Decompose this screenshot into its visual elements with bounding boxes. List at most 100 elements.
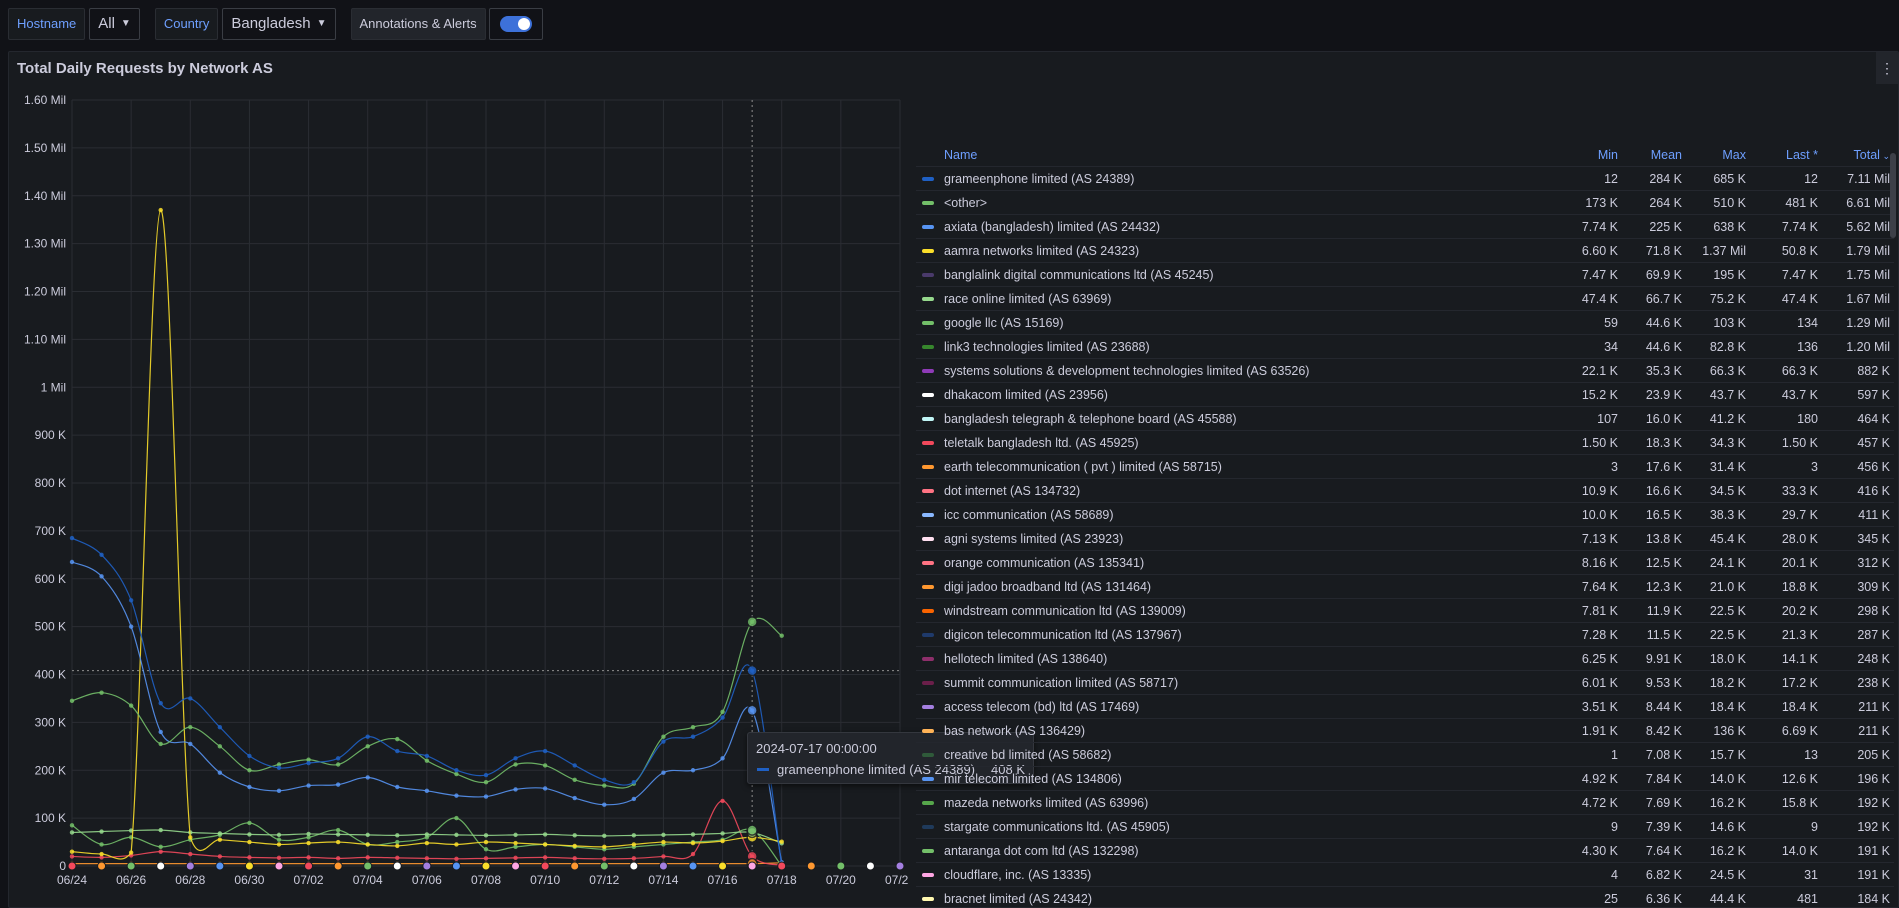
series-name[interactable]: orange communication (AS 135341) — [940, 556, 1558, 570]
legend-row[interactable]: creative bd limited (AS 58682) 1 7.08 K 15.… — [916, 743, 1894, 767]
series-max: 24.5 K — [1709, 867, 1746, 882]
legend-header-min[interactable]: Min — [1558, 148, 1622, 162]
hostname-variable-label: Hostname — [8, 8, 86, 40]
series-name[interactable]: axiata (bangladesh) limited (AS 24432) — [940, 220, 1558, 234]
legend-row[interactable]: orange communication (AS 135341) 8.16 K 12… — [916, 551, 1894, 575]
series-name[interactable]: bas network (AS 136429) — [940, 724, 1558, 738]
legend-row[interactable]: bracnet limited (AS 24342) 25 6.36 K 44.4 K… — [916, 887, 1894, 907]
legend-row[interactable]: access telecom (bd) ltd (AS 17469) 3.51 K… — [916, 695, 1894, 719]
series-name[interactable]: creative bd limited (AS 58682) — [940, 748, 1558, 762]
series-name[interactable]: bracnet limited (AS 24342) — [940, 892, 1558, 906]
data-point — [690, 724, 696, 730]
country-select[interactable]: Bangladesh ▼ — [222, 8, 336, 40]
annotations-toggle-wrapper[interactable] — [488, 8, 543, 40]
legend-row[interactable]: summit communication limited (AS 58717) 6… — [916, 671, 1894, 695]
series-name[interactable]: banglalink digital communications ltd (A… — [940, 268, 1558, 282]
series-name[interactable]: windstream communication ltd (AS 139009) — [940, 604, 1558, 618]
series-name[interactable]: systems solutions & development technolo… — [940, 364, 1558, 378]
legend-row[interactable]: digi jadoo broadband ltd (AS 131464) 7.64… — [916, 575, 1894, 599]
legend-table: Name Min Mean Max Last * Total ⌄ grameen… — [916, 143, 1894, 907]
legend-row[interactable]: <other> 173 K 264 K 510 K 481 K 6.61 Mil — [916, 191, 1894, 215]
legend-row[interactable]: mazeda networks limited (AS 63996) 4.72 K… — [916, 791, 1894, 815]
legend-row[interactable]: aamra networks limited (AS 24323) 6.60 K 7… — [916, 239, 1894, 263]
series-name[interactable]: antaranga dot com ltd (AS 132298) — [940, 844, 1558, 858]
series-name[interactable]: <other> — [940, 196, 1558, 210]
series-color-icon — [922, 656, 934, 661]
annotation-marker — [215, 861, 225, 871]
legend-row[interactable]: agni systems limited (AS 23923) 7.13 K 13.… — [916, 527, 1894, 551]
series-name[interactable]: dot internet (AS 134732) — [940, 484, 1558, 498]
data-point — [513, 855, 518, 861]
legend-row[interactable]: hellotech limited (AS 138640) 6.25 K 9.91 … — [916, 647, 1894, 671]
series-name[interactable]: aamra networks limited (AS 24323) — [940, 244, 1558, 258]
legend-header-name[interactable]: Name — [940, 148, 1558, 162]
legend-row[interactable]: mir telecom limited (AS 134806) 4.92 K 7.8… — [916, 767, 1894, 791]
legend-row[interactable]: teletalk bangladesh ltd. (AS 45925) 1.50 … — [916, 431, 1894, 455]
series-min: 1 — [1611, 747, 1618, 762]
series-name[interactable]: digicon telecommunication ltd (AS 137967… — [940, 628, 1558, 642]
series-name[interactable]: teletalk bangladesh ltd. (AS 45925) — [940, 436, 1558, 450]
legend-row[interactable]: axiata (bangladesh) limited (AS 24432) 7.… — [916, 215, 1894, 239]
legend-row[interactable]: dhakacom limited (AS 23956) 15.2 K 23.9 K 4… — [916, 383, 1894, 407]
series-name[interactable]: stargate communications ltd. (AS 45905) — [940, 820, 1558, 834]
data-point — [602, 844, 607, 850]
series-name[interactable]: hellotech limited (AS 138640) — [940, 652, 1558, 666]
y-tick-label: 300 K — [35, 715, 66, 729]
series-mean: 7.39 K — [1645, 819, 1682, 834]
series-name[interactable]: cloudflare, inc. (AS 13335) — [940, 868, 1558, 882]
legend-row[interactable]: windstream communication ltd (AS 139009)… — [916, 599, 1894, 623]
legend-row[interactable]: link3 technologies limited (AS 23688) 34 4… — [916, 335, 1894, 359]
series-last: 6.69 K — [1781, 723, 1818, 738]
series-last: 20.2 K — [1781, 603, 1818, 618]
data-point — [395, 855, 400, 861]
series-name[interactable]: summit communication limited (AS 58717) — [940, 676, 1558, 690]
series-name[interactable]: race online limited (AS 63969) — [940, 292, 1558, 306]
data-point — [217, 744, 223, 749]
legend-header-total[interactable]: Total ⌄ — [1822, 148, 1894, 162]
legend-scrollbar[interactable] — [1890, 153, 1896, 238]
legend-row[interactable]: dot internet (AS 134732) 10.9 K 16.6 K 34.5… — [916, 479, 1894, 503]
annotations-toggle[interactable] — [499, 16, 532, 32]
data-point — [424, 856, 430, 861]
series-max: 41.2 K — [1709, 411, 1746, 426]
data-point — [158, 827, 163, 833]
series-name[interactable]: digi jadoo broadband ltd (AS 131464) — [940, 580, 1558, 594]
series-color-icon — [922, 704, 934, 709]
series-name[interactable]: dhakacom limited (AS 23956) — [940, 388, 1558, 402]
series-name[interactable]: link3 technologies limited (AS 23688) — [940, 340, 1558, 354]
hostname-select[interactable]: All ▼ — [89, 8, 140, 40]
legend-row[interactable]: antaranga dot com ltd (AS 132298) 4.30 K 7… — [916, 839, 1894, 863]
legend-row[interactable]: banglalink digital communications ltd (A… — [916, 263, 1894, 287]
series-swatch — [916, 704, 940, 709]
legend-header-max[interactable]: Max — [1686, 148, 1750, 162]
series-name[interactable]: grameenphone limited (AS 24389) — [940, 172, 1558, 186]
legend-row[interactable]: digicon telecommunication ltd (AS 137967… — [916, 623, 1894, 647]
series-name[interactable]: mazeda networks limited (AS 63996) — [940, 796, 1558, 810]
series-max: 45.4 K — [1709, 531, 1746, 546]
series-total: 309 K — [1857, 579, 1890, 594]
series-name[interactable]: earth telecommunication ( pvt ) limited … — [940, 460, 1558, 474]
series-name[interactable]: google llc (AS 15169) — [940, 316, 1558, 330]
legend-header-last[interactable]: Last * — [1750, 148, 1822, 162]
series-total: 411 K — [1858, 507, 1890, 522]
series-name[interactable]: icc communication (AS 58689) — [940, 508, 1558, 522]
series-name[interactable]: agni systems limited (AS 23923) — [940, 532, 1558, 546]
series-name[interactable]: access telecom (bd) ltd (AS 17469) — [940, 700, 1558, 714]
panel-menu-button[interactable]: ⋮ — [1876, 52, 1898, 84]
legend-row[interactable]: bas network (AS 136429) 1.91 K 8.42 K 136 K… — [916, 719, 1894, 743]
series-total: 192 K — [1857, 819, 1890, 834]
data-point — [690, 832, 696, 837]
legend-row[interactable]: grameenphone limited (AS 24389) 12 284 K 68… — [916, 167, 1894, 191]
legend-row[interactable]: race online limited (AS 63969) 47.4 K 66.7… — [916, 287, 1894, 311]
series-name[interactable]: bangladesh telegraph & telephone board (… — [940, 412, 1558, 426]
legend-header-mean[interactable]: Mean — [1622, 148, 1686, 162]
legend-row[interactable]: earth telecommunication ( pvt ) limited … — [916, 455, 1894, 479]
legend-row[interactable]: stargate communications ltd. (AS 45905) 9… — [916, 815, 1894, 839]
legend-row[interactable]: bangladesh telegraph & telephone board (… — [916, 407, 1894, 431]
series-name[interactable]: mir telecom limited (AS 134806) — [940, 772, 1558, 786]
legend-row[interactable]: cloudflare, inc. (AS 13335) 4 6.82 K 24.5 K… — [916, 863, 1894, 887]
legend-row[interactable]: google llc (AS 15169) 59 44.6 K 103 K 134 1.2… — [916, 311, 1894, 335]
legend-row[interactable]: systems solutions & development technolo… — [916, 359, 1894, 383]
legend-row[interactable]: icc communication (AS 58689) 10.0 K 16.5 K… — [916, 503, 1894, 527]
series-min: 34 — [1604, 339, 1618, 354]
